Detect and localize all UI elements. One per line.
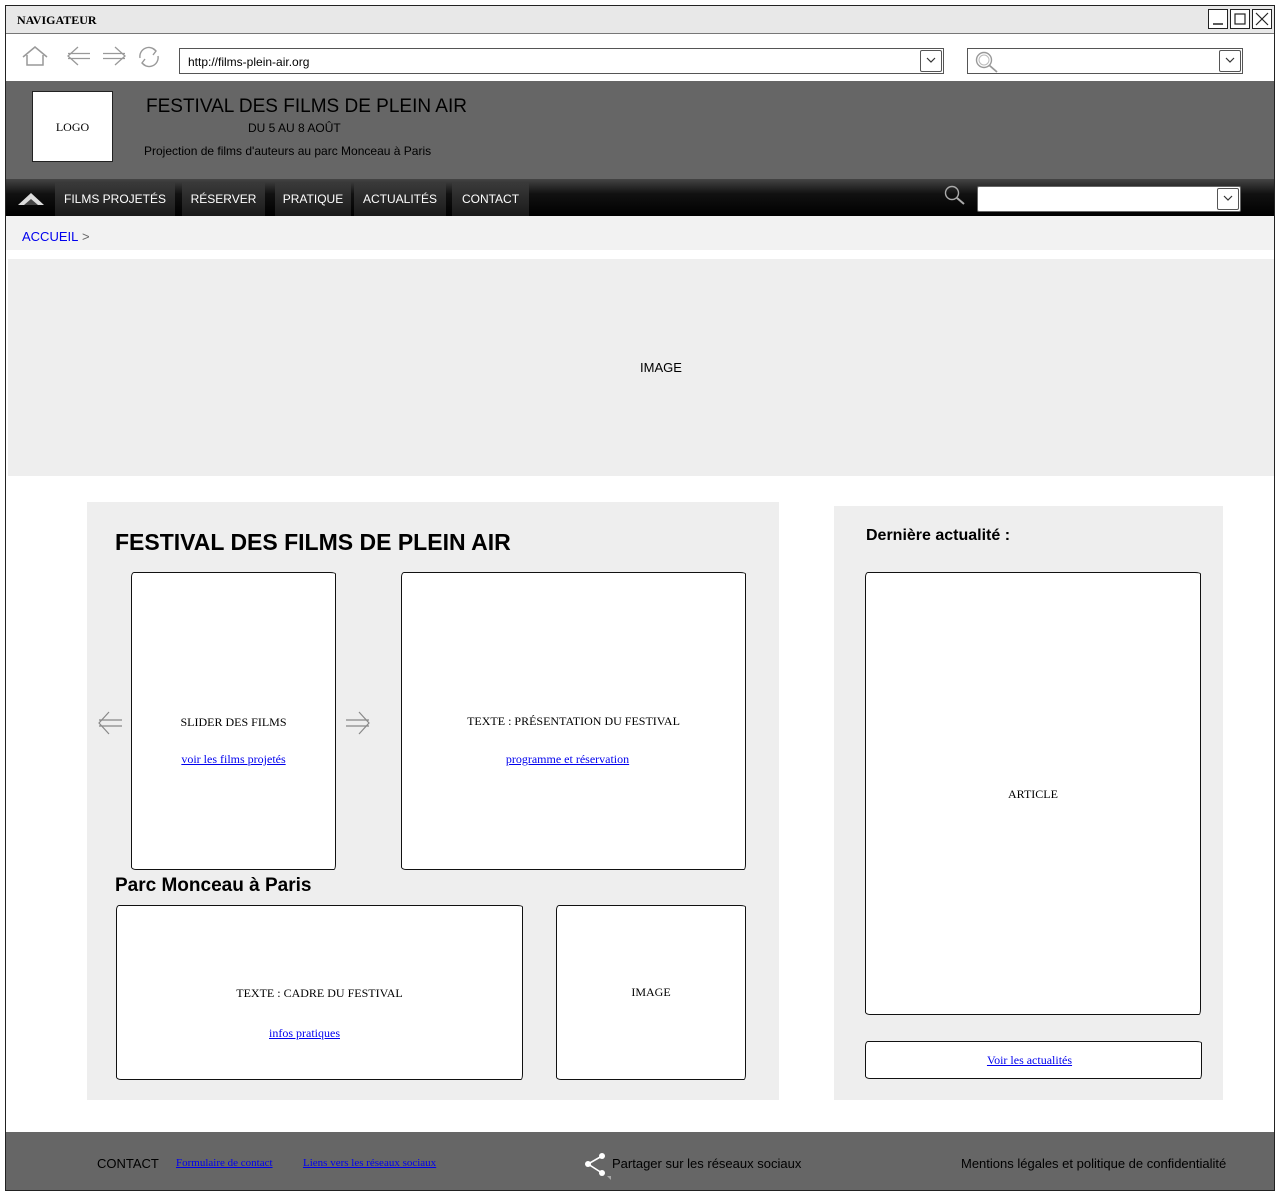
site-dates: DU 5 AU 8 AOÛT [248, 121, 341, 135]
maximize-icon [1234, 13, 1246, 25]
breadcrumb: ACCUEIL > [6, 216, 1274, 250]
nav-item-contact[interactable]: CONTACT [452, 182, 529, 216]
section-title: FESTIVAL DES FILMS DE PLEIN AIR [115, 529, 511, 555]
hero-image-label: IMAGE [640, 360, 682, 375]
nav-item-films-projetes[interactable]: FILMS PROJETÉS [55, 182, 175, 216]
news-article[interactable]: ARTICLE [865, 572, 1201, 1015]
arrow-right-icon [346, 711, 370, 735]
section-subtitle: Parc Monceau à Paris [115, 875, 312, 896]
browser-search-input[interactable] [967, 48, 1243, 74]
news-title: Dernière actualité : [866, 527, 1011, 544]
url-dropdown-button[interactable] [920, 50, 942, 72]
footer-contact-label: CONTACT [97, 1156, 159, 1171]
url-text: http://films-plein-air.org [188, 55, 310, 69]
arrow-left-icon [67, 46, 90, 66]
main-nav: FILMS PROJETÉS RÉSERVER PRATIQUE ACTUALI… [6, 179, 1274, 216]
search-icon [975, 51, 998, 73]
minimize-button[interactable] [1208, 9, 1228, 29]
refresh-button[interactable] [134, 44, 164, 70]
home-icon [18, 193, 44, 205]
cadre-label: TEXTE : CADRE DU FESTIVAL [236, 986, 403, 1000]
close-button[interactable] [1252, 9, 1272, 29]
site-tagline: Projection de films d'auteurs au parc Mo… [144, 144, 432, 158]
title-bar: NAVIGATEUR [6, 6, 1274, 34]
programme-link[interactable]: programme et réservation [396, 752, 739, 767]
search-icon [944, 185, 965, 205]
logo[interactable]: LOGO [32, 91, 113, 162]
arrow-right-icon [103, 46, 126, 66]
chevron-down-icon [1223, 195, 1233, 201]
arrow-left-icon [98, 711, 122, 735]
news-article-label: ARTICLE [1008, 787, 1058, 801]
site-footer: CONTACT Formulaire de contact Liens vers… [6, 1132, 1274, 1190]
window-title: NAVIGATEUR [17, 13, 97, 27]
nav-item-reserver[interactable]: RÉSERVER [182, 182, 265, 216]
festival-section: FESTIVAL DES FILMS DE PLEIN AIR SLIDER D… [87, 502, 779, 1100]
news-sidebar: Dernière actualité : ARTICLE Voir les ac… [834, 506, 1223, 1100]
chevron-down-icon [926, 57, 936, 63]
news-link-box[interactable]: Voir les actualités [865, 1041, 1202, 1079]
maximize-button[interactable] [1230, 9, 1250, 29]
site-title: FESTIVAL DES FILMS DE PLEIN AIR [146, 96, 467, 117]
park-image: IMAGE [556, 905, 746, 1080]
refresh-icon [139, 46, 159, 68]
nav-item-pratique[interactable]: PRATIQUE [275, 182, 351, 216]
social-links-link[interactable]: Liens vers les réseaux sociaux [303, 1157, 436, 1169]
presentation-label: TEXTE : PRÉSENTATION DU FESTIVAL [467, 714, 680, 728]
site-header: LOGO FESTIVAL DES FILMS DE PLEIN AIR DU … [6, 81, 1274, 179]
address-bar-row: http://films-plein-air.org [6, 34, 1274, 81]
browser-home-button[interactable] [20, 44, 50, 70]
back-button[interactable] [64, 44, 94, 70]
site-search-dropdown-button[interactable] [1217, 188, 1239, 210]
breadcrumb-separator: > [82, 229, 90, 244]
presentation-text-block: TEXTE : PRÉSENTATION DU FESTIVAL program… [401, 572, 746, 870]
chevron-down-icon [1225, 57, 1235, 63]
minimize-icon [1213, 23, 1223, 25]
films-link[interactable]: voir les films projetés [132, 752, 335, 767]
share-label[interactable]: Partager sur les réseaux sociaux [612, 1156, 801, 1171]
news-link[interactable]: Voir les actualités [862, 1053, 1197, 1068]
park-image-label: IMAGE [631, 985, 671, 999]
slider-next-button[interactable] [343, 708, 373, 738]
film-slider-label: SLIDER DES FILMS [180, 715, 287, 729]
forward-button[interactable] [99, 44, 129, 70]
share-icon[interactable] [581, 1150, 611, 1180]
legal-link[interactable]: Mentions légales et politique de confide… [961, 1156, 1226, 1171]
hero-image: IMAGE [8, 259, 1274, 476]
nav-item-actualites[interactable]: ACTUALITÉS [354, 182, 446, 216]
url-input[interactable]: http://films-plein-air.org [179, 48, 944, 74]
slider-prev-button[interactable] [95, 708, 125, 738]
nav-home[interactable] [12, 182, 50, 216]
search-dropdown-button[interactable] [1219, 50, 1241, 72]
breadcrumb-home[interactable]: ACCUEIL [22, 229, 78, 244]
contact-form-link[interactable]: Formulaire de contact [176, 1157, 273, 1169]
browser-window: NAVIGATEUR http://films-plein-air.org LO… [5, 5, 1275, 1191]
film-slider[interactable]: SLIDER DES FILMS voir les films projetés [131, 572, 336, 870]
home-icon [22, 46, 48, 66]
site-search-input[interactable] [977, 186, 1241, 212]
infos-pratiques-link[interactable]: infos pratiques [102, 1026, 507, 1041]
close-icon [1255, 12, 1269, 26]
cadre-text-block: TEXTE : CADRE DU FESTIVAL infos pratique… [116, 905, 523, 1080]
